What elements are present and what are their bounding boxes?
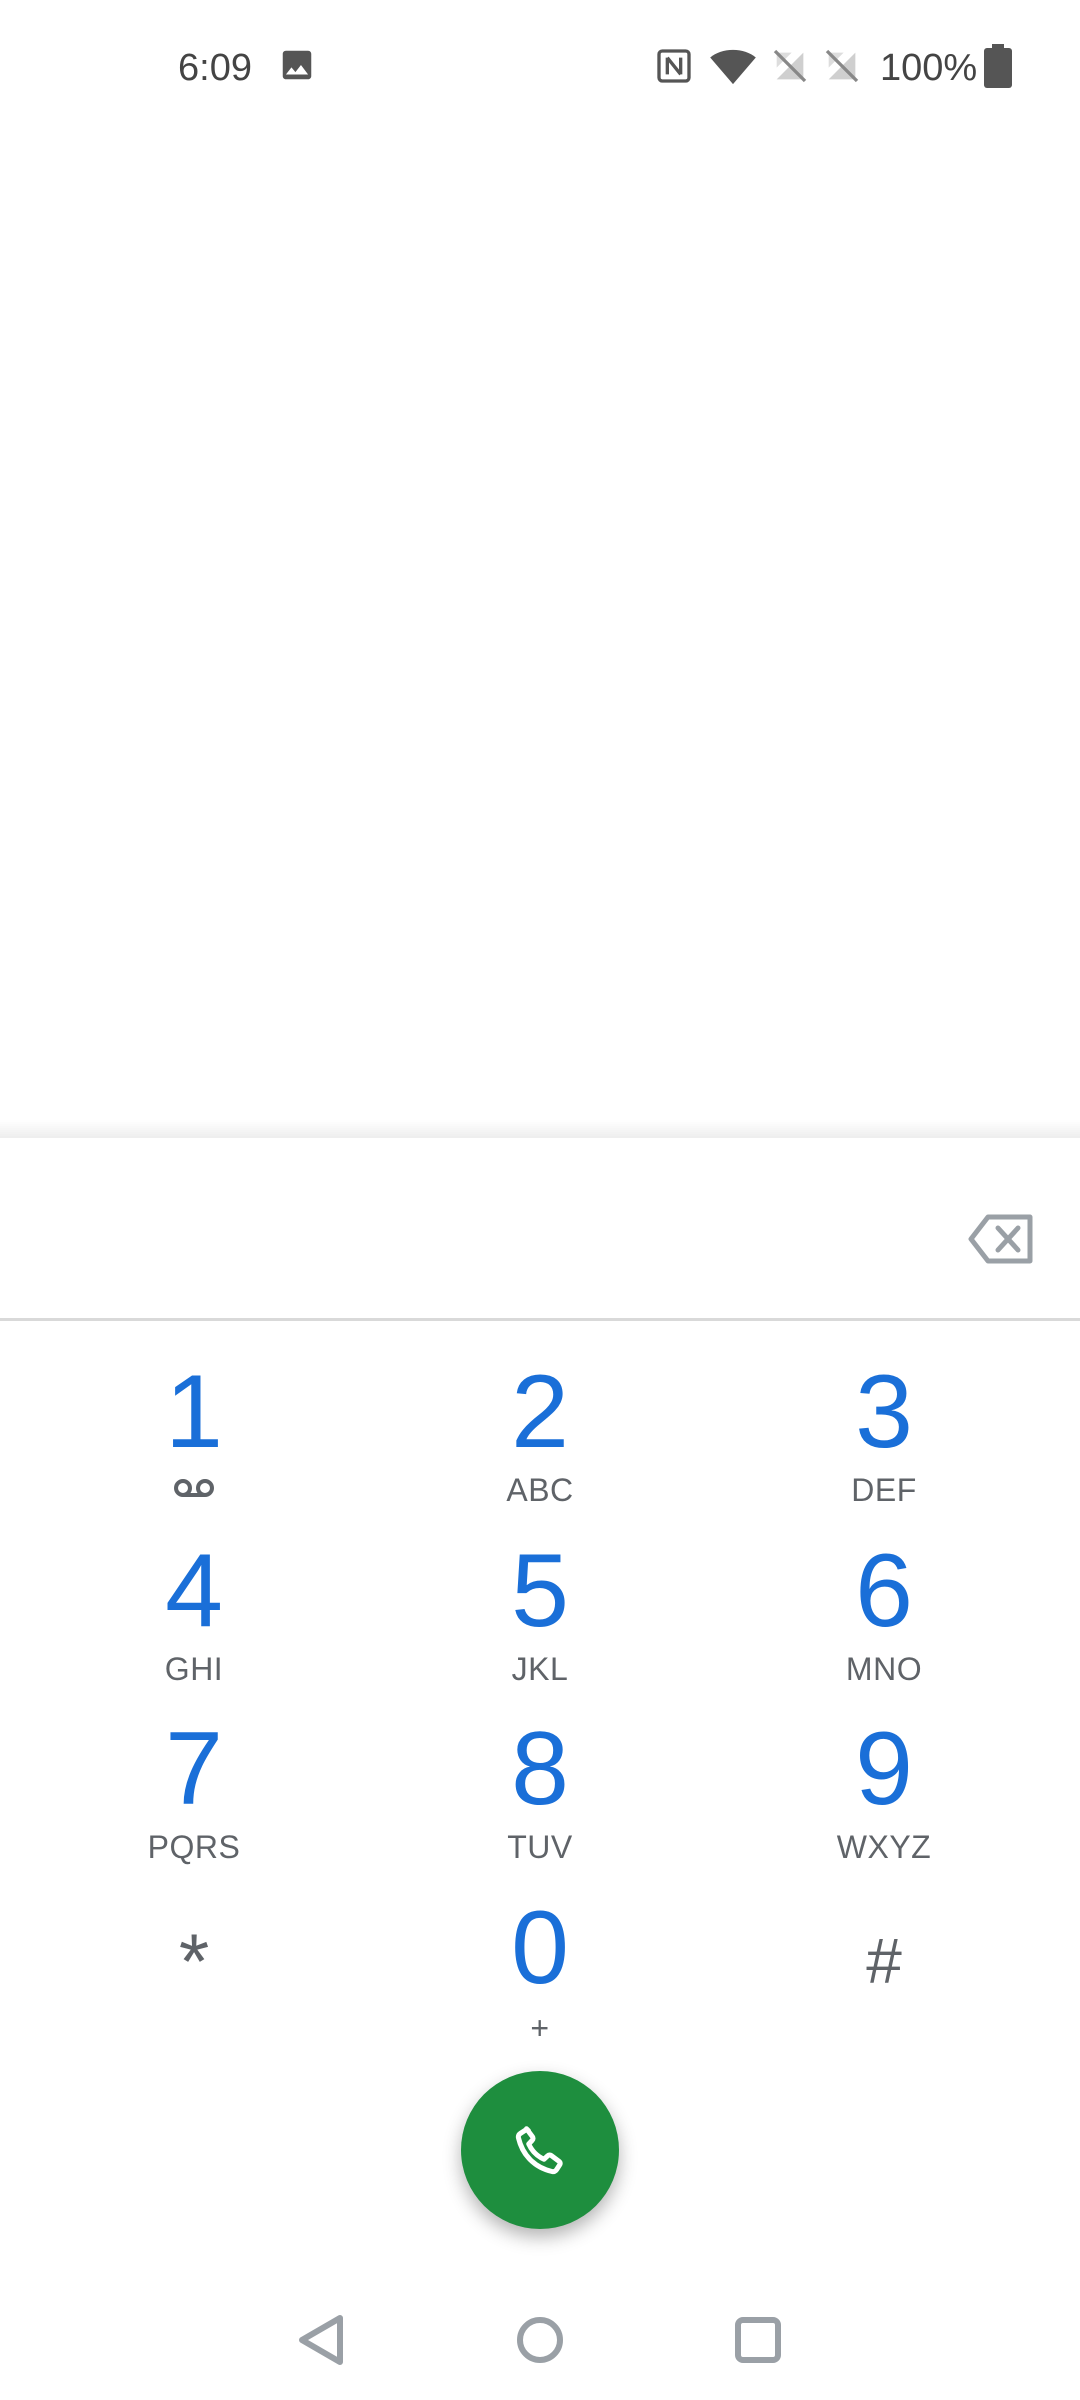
dialpad-key-9[interactable]: 9 WXYZ <box>734 1707 1034 1877</box>
dialpad-key-0[interactable]: 0 + <box>390 1886 690 2056</box>
digits-field <box>0 1162 1080 1318</box>
key-digit: 9 <box>855 1711 913 1827</box>
key-letters: GHI <box>164 1651 224 1687</box>
dialpad-key-7[interactable]: 7 PQRS <box>44 1707 344 1877</box>
image-icon <box>278 46 316 89</box>
home-icon[interactable] <box>508 2308 572 2372</box>
status-bar: 6:09 100% <box>0 0 1080 140</box>
key-digit: 6 <box>855 1533 913 1649</box>
dialpad-key-6[interactable]: 6 MNO <box>734 1529 1034 1699</box>
key-digit: 7 <box>165 1711 223 1827</box>
backspace-icon[interactable] <box>968 1214 1034 1264</box>
digits-divider <box>0 1318 1080 1321</box>
dialpad-key-3[interactable]: 3 DEF <box>734 1350 1034 1520</box>
nfc-icon <box>654 46 694 91</box>
battery-icon <box>984 44 1012 93</box>
dialpad-key-8[interactable]: 8 TUV <box>390 1707 690 1877</box>
no-sim-icon <box>770 46 810 91</box>
key-digit: 4 <box>165 1533 223 1649</box>
key-letters: ABC <box>506 1472 574 1508</box>
dialpad-key-5[interactable]: 5 JKL <box>390 1529 690 1699</box>
dialpad-key-1[interactable]: 1 <box>44 1350 344 1520</box>
key-letters: JKL <box>511 1651 569 1687</box>
navigation-bar <box>0 2280 1080 2400</box>
voicemail-icon <box>174 1478 214 1503</box>
dialpad-key-2[interactable]: 2 ABC <box>390 1350 690 1520</box>
no-sim-icon <box>822 46 862 91</box>
call-button[interactable] <box>461 2071 619 2229</box>
key-digit: 5 <box>511 1533 569 1649</box>
recents-icon[interactable] <box>726 2308 790 2372</box>
battery-percent: 100% <box>880 47 978 89</box>
dialpad-key-4[interactable]: 4 GHI <box>44 1529 344 1699</box>
key-symbol: # <box>866 1925 902 1997</box>
digits-input[interactable] <box>60 1192 924 1284</box>
key-letters: WXYZ <box>836 1829 932 1865</box>
key-letters: + <box>530 2010 550 2046</box>
content-area <box>0 140 1080 1138</box>
dialpad-key-pound[interactable]: # <box>734 1886 1034 2056</box>
key-digit: 8 <box>511 1711 569 1827</box>
key-digit: 3 <box>855 1354 913 1470</box>
phone-icon <box>515 2126 563 2175</box>
wifi-icon <box>710 48 756 91</box>
key-letters: TUV <box>507 1829 573 1865</box>
key-letters: DEF <box>851 1472 917 1508</box>
dialpad-key-star[interactable]: * <box>44 1886 344 2056</box>
status-time: 6:09 <box>178 47 252 89</box>
back-icon[interactable] <box>290 2308 354 2372</box>
key-letters: MNO <box>845 1651 923 1687</box>
key-digit: 2 <box>511 1354 569 1470</box>
key-letters: PQRS <box>147 1829 241 1865</box>
key-digit: 0 <box>511 1890 569 2006</box>
key-digit: 1 <box>165 1354 223 1470</box>
key-symbol: * <box>178 1917 210 2005</box>
